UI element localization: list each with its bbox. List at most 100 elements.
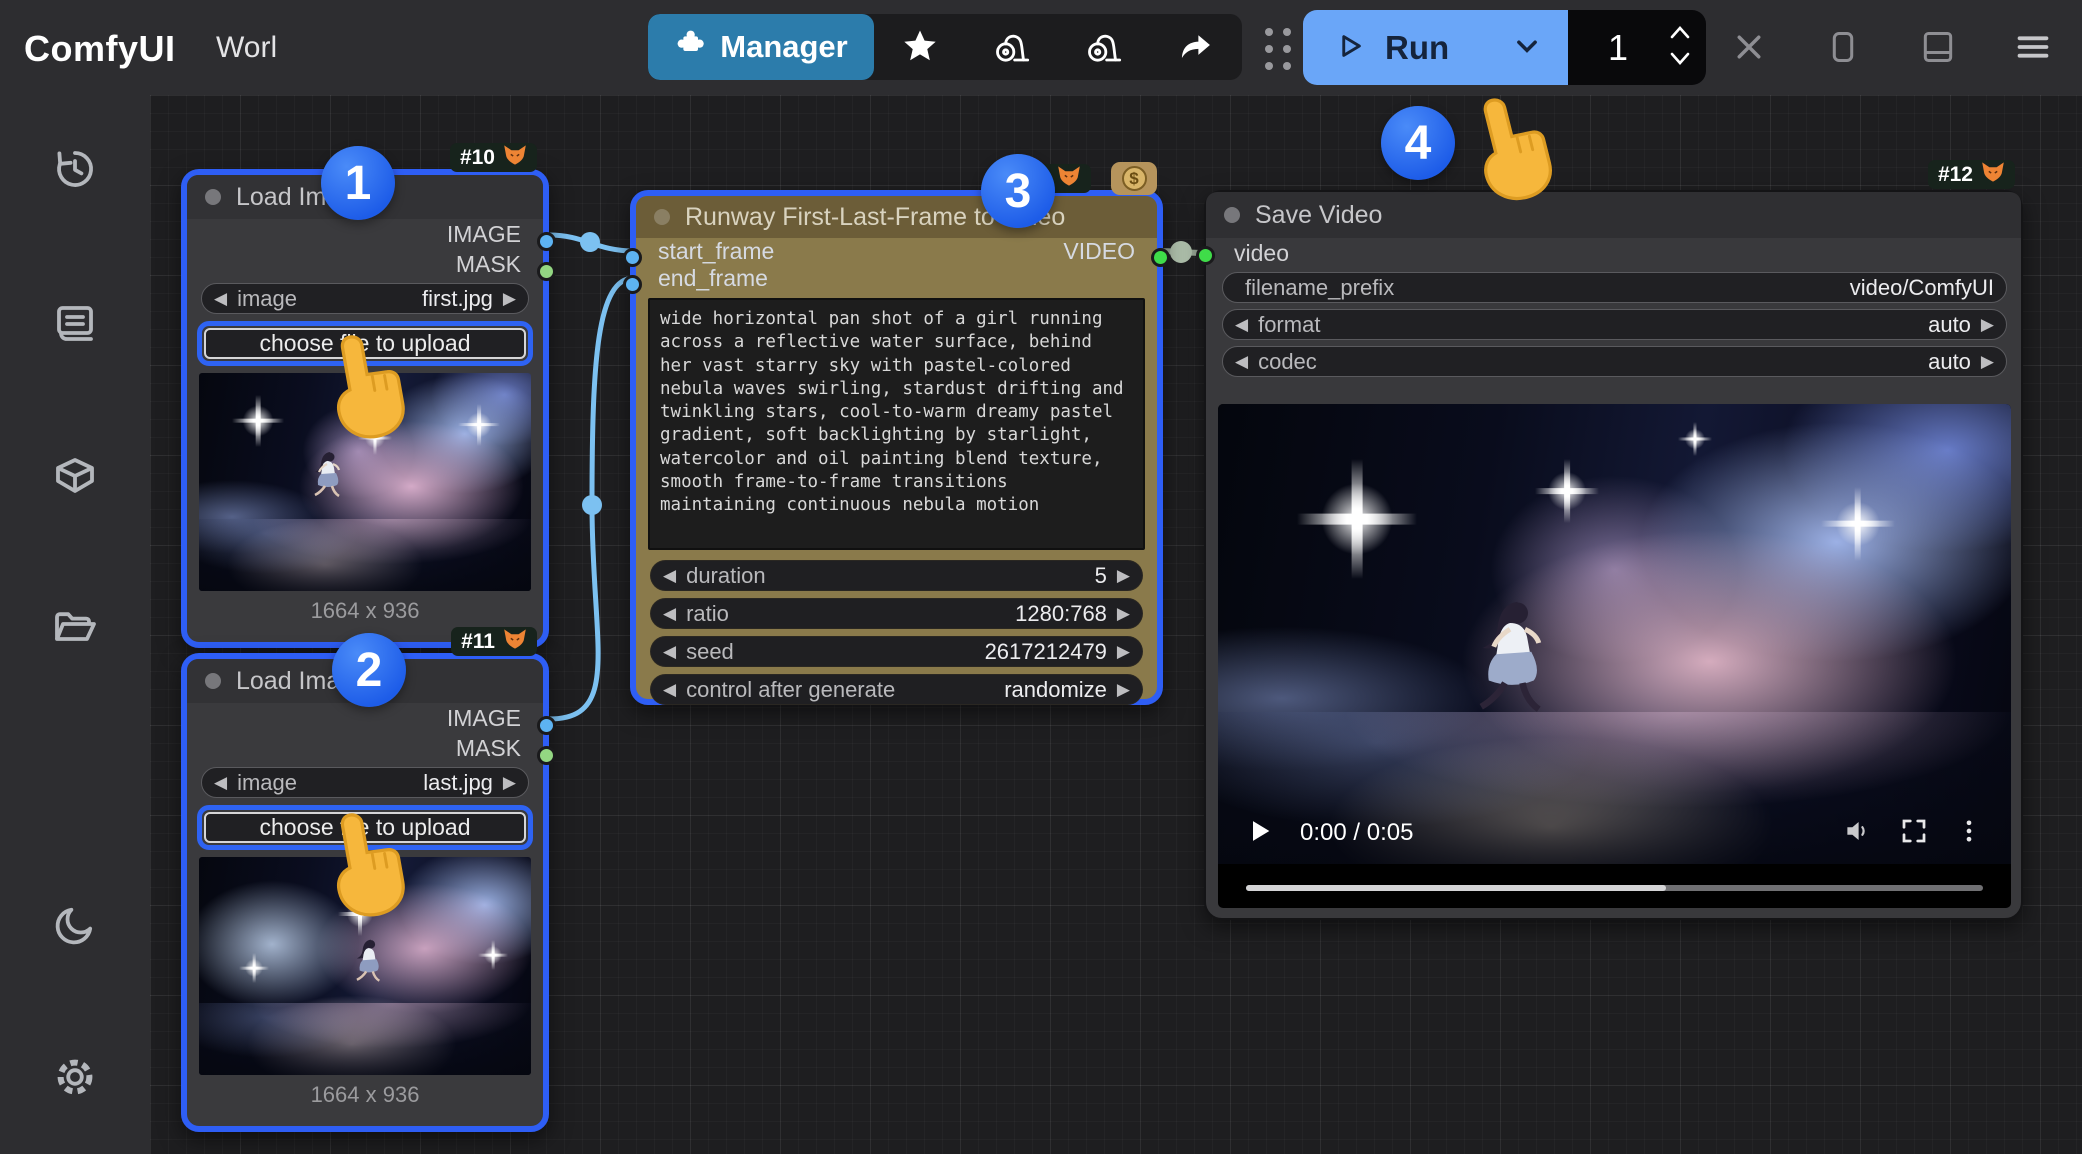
video-frame	[1218, 404, 2011, 864]
output-port-mask[interactable]	[537, 746, 556, 765]
node-library-icon	[51, 299, 99, 350]
sidebar-item-history[interactable]	[43, 138, 107, 202]
sidebar-item-model-library[interactable]	[43, 445, 107, 509]
fullscreen-icon[interactable]	[1899, 816, 1929, 851]
video-player[interactable]: 0:00 / 0:05	[1218, 404, 2011, 908]
cancel-run-button[interactable]	[1727, 26, 1771, 70]
node-title-bar[interactable]: Save Video	[1206, 192, 2021, 238]
input-port-end-frame[interactable]	[623, 275, 642, 294]
input-label-end-frame: end_frame	[658, 265, 768, 292]
buffered-range	[1246, 885, 1666, 891]
step-circle-2: 2	[332, 633, 406, 707]
stepper-up-icon[interactable]	[1668, 24, 1692, 45]
clean-workflow-button[interactable]	[966, 14, 1058, 80]
output-port-image[interactable]	[537, 716, 556, 735]
decrement-arrow-icon[interactable]: ◀	[663, 681, 676, 698]
batch-count-stepper[interactable]: 1	[1568, 10, 1706, 85]
clean-workflow-button-2[interactable]	[1058, 14, 1150, 80]
bottom-panel-toggle-button[interactable]	[1916, 26, 1960, 70]
collapse-dot[interactable]	[654, 209, 670, 225]
toolbar-drag-handle[interactable]	[1258, 24, 1298, 74]
star-icon	[901, 27, 939, 68]
seed-widget[interactable]: ◀ seed 2617212479 ▶	[650, 636, 1143, 667]
output-label-video: VIDEO	[1063, 238, 1135, 265]
volume-icon[interactable]	[1843, 816, 1873, 851]
image-combo-widget[interactable]: ◀ image last.jpg ▶	[201, 767, 529, 798]
input-port-start-frame[interactable]	[623, 248, 642, 267]
settings-button[interactable]	[43, 1046, 107, 1110]
format-widget[interactable]: ◀ format auto ▶	[1222, 309, 2007, 340]
image-combo-widget[interactable]: ◀ image first.jpg ▶	[201, 283, 529, 314]
pointing-hand-icon	[304, 800, 428, 940]
step-circle-4: 4	[1381, 106, 1455, 180]
workflow-tab-name[interactable]: Worl	[216, 31, 277, 65]
decrement-arrow-icon[interactable]: ◀	[663, 605, 676, 622]
fox-icon	[503, 628, 527, 656]
left-sidebar	[0, 95, 150, 1154]
output-port-video[interactable]	[1151, 248, 1170, 267]
share-arrow-icon	[1177, 27, 1215, 68]
input-port-video[interactable]	[1196, 246, 1215, 265]
favorites-button[interactable]	[874, 14, 966, 80]
video-timecode: 0:00 / 0:05	[1300, 819, 1413, 847]
kebab-menu-icon[interactable]	[1955, 817, 1983, 850]
chevron-down-icon[interactable]	[1512, 31, 1542, 64]
batch-count-value: 1	[1568, 27, 1668, 69]
control-after-generate-widget[interactable]: ◀ control after generate randomize ▶	[650, 674, 1143, 705]
duration-widget[interactable]: ◀ duration 5 ▶	[650, 560, 1143, 591]
close-icon	[1731, 29, 1767, 68]
ratio-widget[interactable]: ◀ ratio 1280:768 ▶	[650, 598, 1143, 629]
sidebar-item-node-library[interactable]	[43, 292, 107, 356]
node-title-bar[interactable]: Runway First-Last-Frame to Video	[636, 196, 1157, 238]
input-label-video: video	[1234, 240, 1289, 267]
increment-arrow-icon[interactable]: ▶	[503, 290, 516, 307]
play-button[interactable]	[1246, 817, 1274, 850]
prompt-textarea[interactable]: wide horizontal pan shot of a girl runni…	[648, 298, 1145, 550]
image-dimensions: 1664 x 936	[187, 1082, 543, 1108]
collapse-dot[interactable]	[1224, 207, 1240, 223]
codec-widget[interactable]: ◀ codec auto ▶	[1222, 346, 2007, 377]
main-menu-button[interactable]	[2011, 26, 2055, 70]
stepper-down-icon[interactable]	[1668, 51, 1692, 72]
increment-arrow-icon[interactable]: ▶	[1981, 353, 1994, 370]
increment-arrow-icon[interactable]: ▶	[1117, 605, 1130, 622]
sidebar-item-workflows[interactable]	[43, 596, 107, 660]
fox-icon	[1057, 165, 1081, 193]
decrement-arrow-icon[interactable]: ◀	[663, 643, 676, 660]
pointing-hand-icon	[304, 322, 428, 462]
decrement-arrow-icon[interactable]: ◀	[1235, 353, 1248, 370]
focus-mode-button[interactable]	[1821, 26, 1865, 70]
node-save-video[interactable]: #12 Save Video video filename_prefix vid…	[1204, 190, 2023, 920]
node-id-badge: #10	[450, 143, 537, 172]
manager-button[interactable]: Manager	[648, 14, 874, 80]
input-label-start-frame: start_frame	[658, 238, 774, 265]
node-id-badge: #12	[1928, 160, 2015, 189]
decrement-arrow-icon[interactable]: ◀	[214, 774, 227, 791]
decrement-arrow-icon[interactable]: ◀	[1235, 316, 1248, 333]
decrement-arrow-icon[interactable]: ◀	[663, 567, 676, 584]
increment-arrow-icon[interactable]: ▶	[1117, 567, 1130, 584]
output-port-mask[interactable]	[537, 262, 556, 281]
increment-arrow-icon[interactable]: ▶	[1117, 681, 1130, 698]
top-menubar: ComfyUI Worl Manager	[0, 0, 2082, 95]
increment-arrow-icon[interactable]: ▶	[503, 774, 516, 791]
run-controls: Run 1	[1303, 10, 1706, 85]
video-progress-bar[interactable]	[1246, 885, 1983, 891]
decrement-arrow-icon[interactable]: ◀	[214, 290, 227, 307]
share-button[interactable]	[1150, 14, 1242, 80]
fox-icon	[503, 144, 527, 172]
output-port-image[interactable]	[537, 232, 556, 251]
increment-arrow-icon[interactable]: ▶	[1117, 643, 1130, 660]
run-button[interactable]: Run	[1303, 10, 1568, 85]
filename-prefix-widget[interactable]: filename_prefix video/ComfyUI	[1222, 272, 2007, 303]
theme-toggle-button[interactable]	[43, 894, 107, 958]
increment-arrow-icon[interactable]: ▶	[1981, 316, 1994, 333]
node-runway-flf-to-video[interactable]: #9 $ Runway First-Last-Frame to Video st…	[630, 190, 1163, 705]
collapse-dot[interactable]	[205, 189, 221, 205]
collapse-dot[interactable]	[205, 673, 221, 689]
output-label-image: IMAGE	[447, 221, 521, 248]
model-library-icon	[51, 452, 99, 503]
api-cost-badge: $	[1111, 162, 1157, 195]
image-dimensions: 1664 x 936	[187, 598, 543, 624]
vacuum-icon	[992, 26, 1032, 69]
